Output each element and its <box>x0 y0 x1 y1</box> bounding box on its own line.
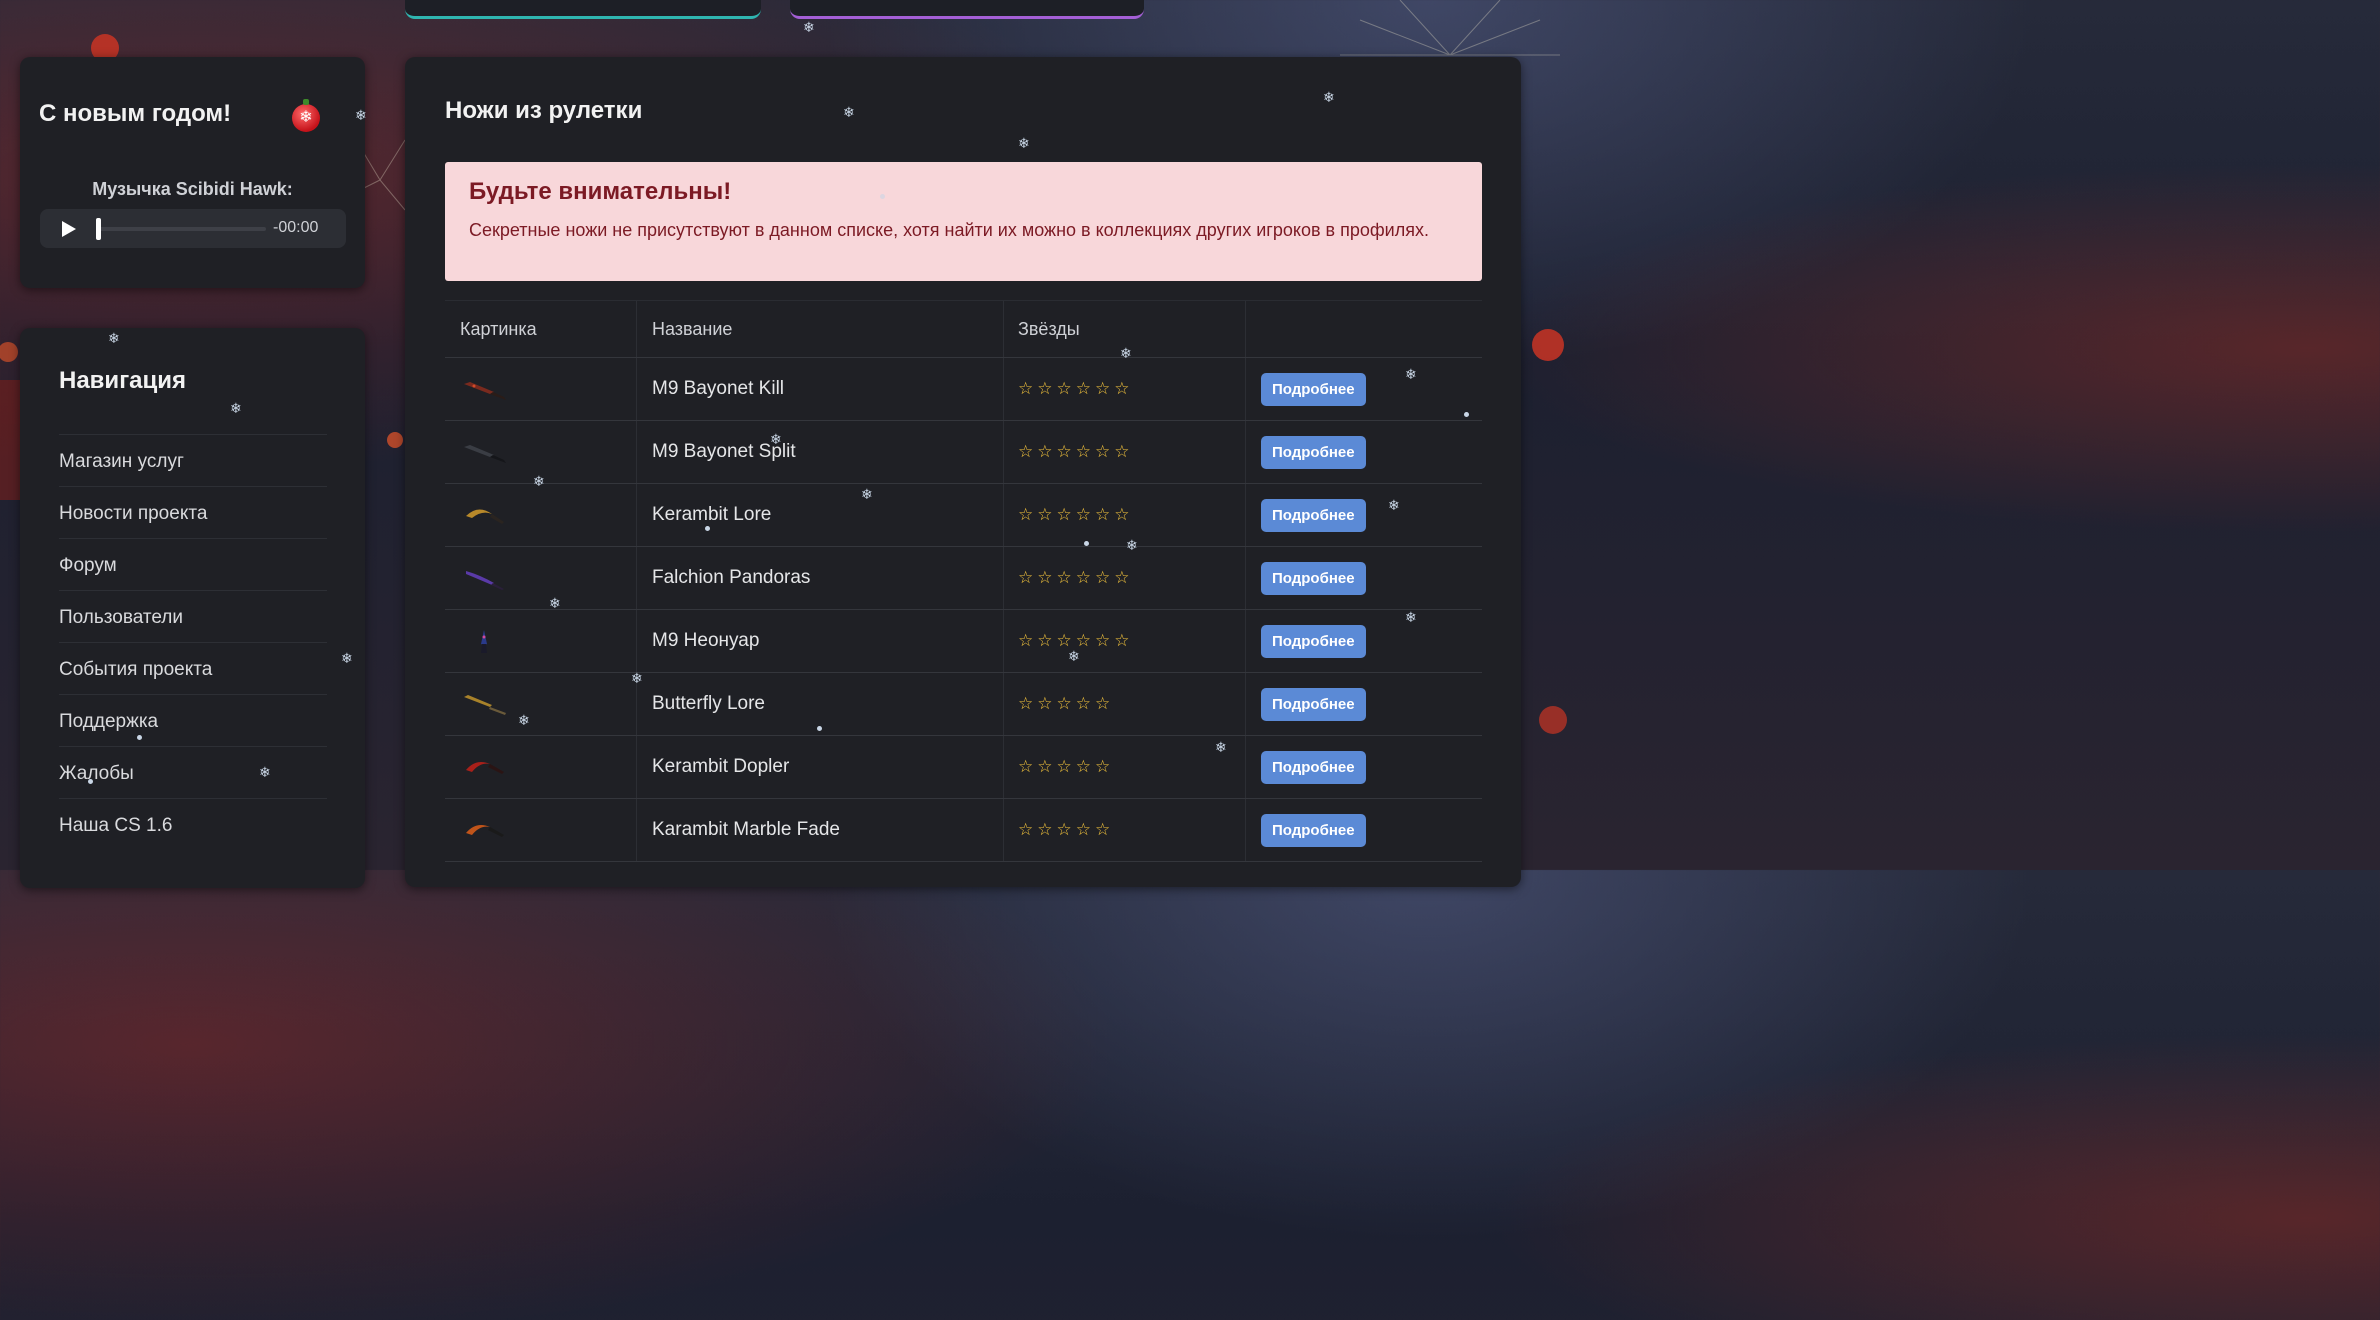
nav-item-forum[interactable]: Форум <box>59 538 327 590</box>
warning-alert: Будьте внимательны! Секретные ножи не пр… <box>445 162 1482 281</box>
star-rating: ☆☆☆☆☆☆ <box>1018 379 1134 398</box>
audio-progress-thumb[interactable] <box>96 218 101 240</box>
top-tab-teal[interactable] <box>405 0 761 19</box>
details-button[interactable]: Подробнее <box>1261 372 1366 406</box>
knife-name: Kerambit Dopler <box>637 736 1004 798</box>
header-name: Название <box>637 301 1004 357</box>
main-card: Ножи из рулетки Будьте внимательны! Секр… <box>405 57 1521 887</box>
details-button[interactable]: Подробнее <box>1261 813 1366 847</box>
table-row: Karambit Marble Fade ☆☆☆☆☆ Подробнее <box>445 799 1482 862</box>
knife-name: M9 Bayonet Kill <box>637 358 1004 420</box>
navigation-card: Навигация Магазин услуг Новости проекта … <box>20 328 365 888</box>
table-row: Kerambit Dopler ☆☆☆☆☆ Подробнее <box>445 736 1482 799</box>
star-rating: ☆☆☆☆☆☆ <box>1018 568 1134 587</box>
nav-item-shop[interactable]: Магазин услуг <box>59 434 327 486</box>
knife-name: Kerambit Lore <box>637 484 1004 546</box>
nav-item-events[interactable]: События проекта <box>59 642 327 694</box>
alert-text: Секретные ножи не присутствуют в данном … <box>469 220 1429 240</box>
music-card <box>20 57 365 288</box>
page-title: Ножи из рулетки <box>445 97 643 124</box>
details-button[interactable]: Подробнее <box>1261 687 1366 721</box>
knife-falchion-purple-icon <box>466 571 504 590</box>
details-button[interactable]: Подробнее <box>1261 624 1366 658</box>
nav-item-support[interactable]: Поддержка <box>59 694 327 746</box>
table-row: M9 Bayonet Split ☆☆☆☆☆☆ Подробнее <box>445 421 1482 484</box>
header-image: Картинка <box>445 301 637 357</box>
header-stars: Звёзды <box>1004 301 1246 357</box>
header-action <box>1246 301 1482 357</box>
star-rating: ☆☆☆☆☆☆ <box>1018 442 1134 461</box>
star-rating: ☆☆☆☆☆☆ <box>1018 505 1134 524</box>
table-row: M9 Неонуар ☆☆☆☆☆☆ Подробнее <box>445 610 1482 673</box>
snowflake-icon: ❄ <box>803 19 815 35</box>
knife-karambit-fade-icon <box>466 825 504 837</box>
navigation-title: Навигация <box>59 367 187 394</box>
table-row: Kerambit Lore ☆☆☆☆☆☆ Подробнее <box>445 484 1482 547</box>
knife-karambit-red-icon <box>466 762 504 774</box>
star-rating: ☆☆☆☆☆☆ <box>1018 631 1134 650</box>
star-rating: ☆☆☆☆☆ <box>1018 820 1115 839</box>
nav-item-complaints[interactable]: Жалобы <box>59 746 327 798</box>
knife-m9-neon-icon <box>481 630 487 653</box>
audio-time: -00:00 <box>273 219 319 236</box>
details-button[interactable]: Подробнее <box>1261 750 1366 784</box>
knife-name: M9 Неонуар <box>637 610 1004 672</box>
music-track-label: Музычка Scibidi Hawk: <box>92 179 293 199</box>
knife-karambit-gold-icon <box>466 509 504 524</box>
nav-item-our-cs[interactable]: Наша CS 1.6 <box>59 798 327 850</box>
nav-item-users[interactable]: Пользователи <box>59 590 327 642</box>
knife-name: Falchion Pandoras <box>637 547 1004 609</box>
details-button[interactable]: Подробнее <box>1261 435 1366 469</box>
knife-name: Butterfly Lore <box>637 673 1004 735</box>
knife-butterfly-gold-icon <box>464 695 506 715</box>
table-row: M9 Bayonet Kill ☆☆☆☆☆☆ Подробнее <box>445 358 1482 421</box>
knife-name: Karambit Marble Fade <box>637 799 1004 861</box>
details-button[interactable]: Подробнее <box>1261 498 1366 532</box>
knife-m9-red-icon <box>464 382 506 400</box>
knives-table: Картинка Название Звёзды M9 Bayonet Kill… <box>445 300 1482 862</box>
navigation-list: Магазин услуг Новости проекта Форум Поль… <box>59 434 327 850</box>
audio-progress-track[interactable] <box>98 227 266 231</box>
audio-player: -00:00 <box>40 209 346 248</box>
knife-name: M9 Bayonet Split <box>637 421 1004 483</box>
nav-item-news[interactable]: Новости проекта <box>59 486 327 538</box>
music-card-title: С новым годом! <box>39 100 232 127</box>
table-row: Falchion Pandoras ☆☆☆☆☆☆ Подробнее <box>445 547 1482 610</box>
table-row: Butterfly Lore ☆☆☆☆☆ Подробнее <box>445 673 1482 736</box>
knife-m9-dark-icon <box>464 445 506 463</box>
details-button[interactable]: Подробнее <box>1261 561 1366 595</box>
top-tab-purple[interactable] <box>790 0 1144 19</box>
table-header: Картинка Название Звёзды <box>445 300 1482 358</box>
play-icon[interactable] <box>62 221 76 237</box>
star-rating: ☆☆☆☆☆ <box>1018 694 1115 713</box>
star-rating: ☆☆☆☆☆ <box>1018 757 1115 776</box>
alert-title: Будьте внимательны! <box>469 178 732 205</box>
christmas-ornament-icon: ❄ <box>292 99 320 132</box>
